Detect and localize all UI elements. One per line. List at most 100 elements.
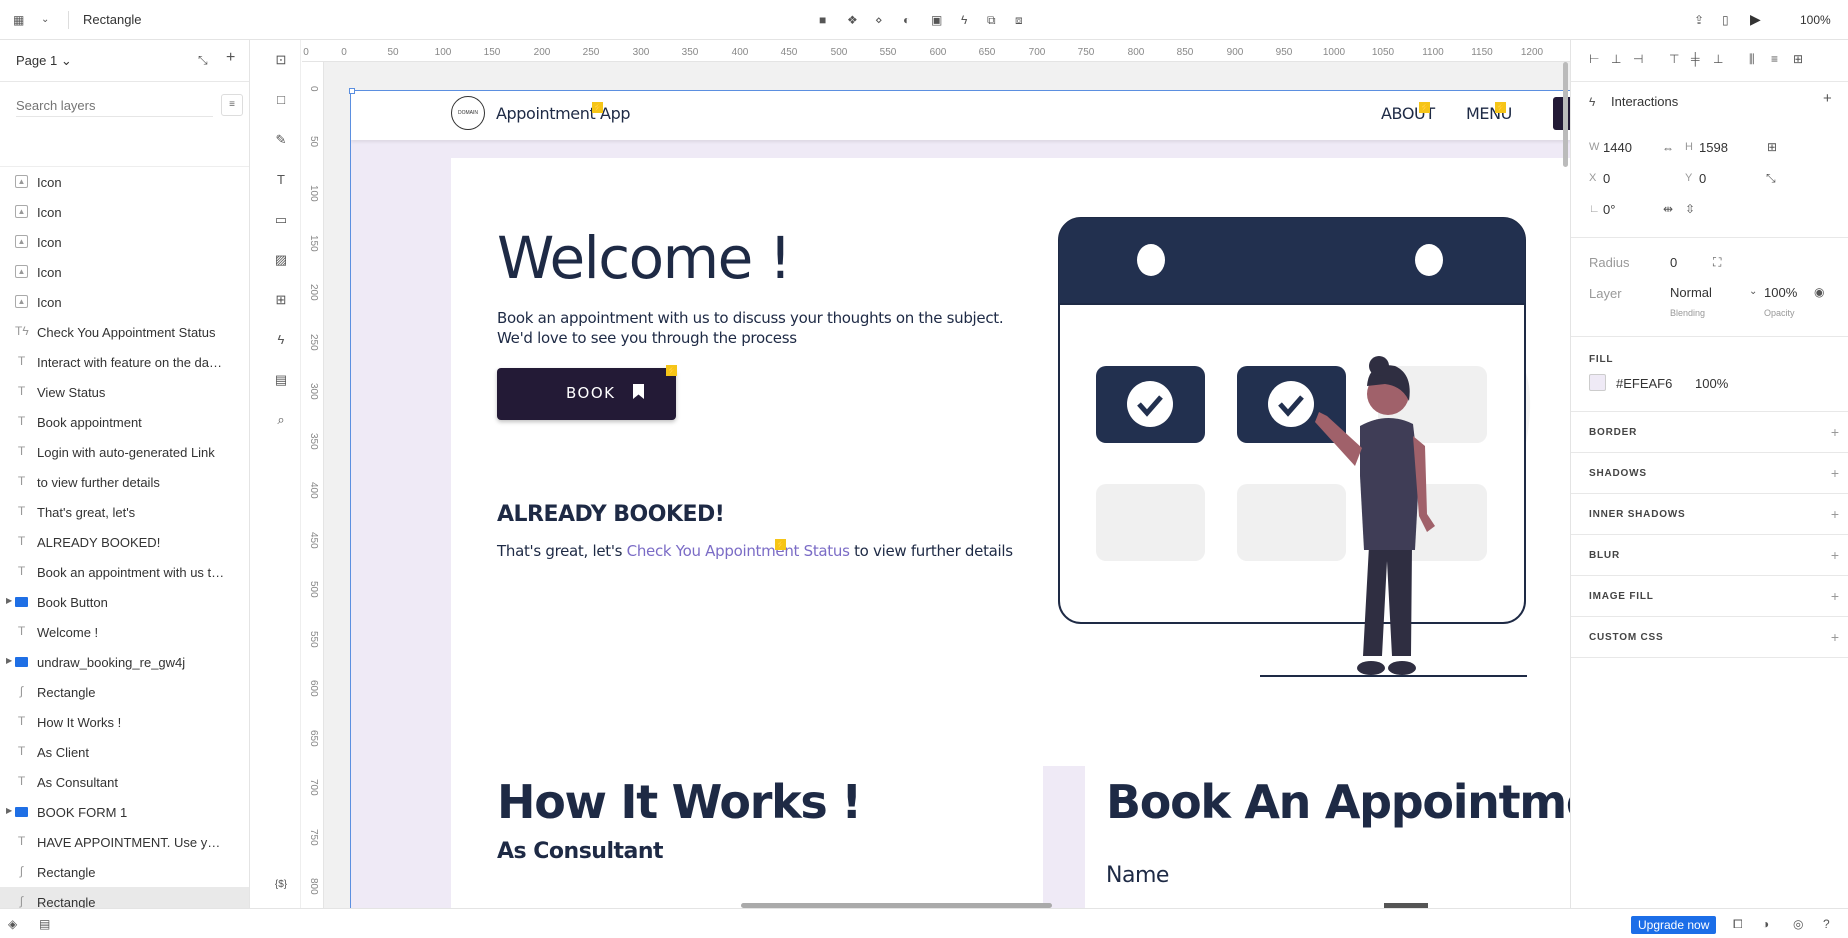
distribute-h-icon[interactable]: ⫼ (1749, 52, 1755, 66)
vertical-scrollbar[interactable] (1563, 62, 1568, 167)
layer-item[interactable]: ▶ Book Button (0, 587, 249, 617)
x-value[interactable]: 0 (1603, 171, 1610, 186)
page-selector[interactable]: Page 1 ⌄ (16, 53, 72, 69)
search-icon[interactable]: ⌕ (273, 412, 289, 428)
assets-icon[interactable]: ▤ (39, 917, 50, 931)
symbol-icon[interactable]: ⋄ (875, 13, 883, 27)
check-icon[interactable]: ◎ (1793, 917, 1803, 931)
input-tool-icon[interactable]: ▭ (273, 212, 289, 228)
check-status-link[interactable]: Check You Appointment Status (627, 542, 850, 560)
tidy-icon[interactable]: ⊞ (1793, 52, 1803, 66)
layer-item[interactable]: Tto view further details (0, 467, 249, 497)
layer-item[interactable]: T Login with auto-generated Link (0, 437, 249, 467)
component-icon[interactable]: ❖ (847, 13, 858, 27)
help-icon[interactable]: ? (1823, 917, 1830, 931)
layer-item[interactable]: T As Consultant (0, 767, 249, 797)
play-icon[interactable]: ▶ (1750, 12, 1761, 26)
flip-vertical-icon[interactable]: ⇳ (1685, 202, 1695, 216)
layer-item[interactable]: T That's great, let's (0, 497, 249, 527)
layer-item[interactable]: ▲ Icon (0, 167, 249, 197)
layer-item[interactable]: ∫ Rectangle (0, 887, 249, 908)
theme-icon[interactable]: ◑ (1762, 917, 1769, 931)
rectangle-tool-icon[interactable]: □ (273, 92, 289, 108)
search-layers-input[interactable] (16, 95, 213, 117)
radius-value[interactable]: 0 (1670, 255, 1677, 270)
add-icon[interactable]: + (1831, 465, 1839, 481)
align-left-icon[interactable]: ⊢ (1589, 52, 1599, 66)
preview-icon[interactable]: ⧠ (1733, 917, 1743, 931)
export-icon[interactable]: ⇪ (1694, 13, 1704, 27)
component-tool-icon[interactable]: ⊞ (273, 292, 289, 308)
layer-item[interactable]: ▲ Icon (0, 257, 249, 287)
inner-shadows-section[interactable]: INNER SHADOWS + (1571, 493, 1848, 534)
y-value[interactable]: 0 (1699, 171, 1706, 186)
layer-item[interactable]: ▶ BOOK FORM 1 (0, 797, 249, 827)
filter-icon[interactable]: ≡ (221, 94, 243, 116)
folder-icon[interactable]: ■ (819, 13, 826, 27)
pin-icon[interactable]: ⤡ (1766, 171, 1776, 185)
fill-swatch[interactable] (1589, 374, 1606, 391)
align-right-icon[interactable]: ⊣ (1633, 52, 1643, 66)
image-tool-icon[interactable]: ▨ (273, 252, 289, 268)
layer-item[interactable]: T Welcome ! (0, 617, 249, 647)
artboard-tool-icon[interactable]: ⊡ (273, 52, 289, 68)
zoom-level[interactable]: 100% (1800, 13, 1831, 27)
shadows-section[interactable]: SHADOWS + (1571, 452, 1848, 493)
canvas[interactable]: DOMAIN Appointment App ⚡ ABOUT ⚡ MENU ⚡ … (324, 62, 1570, 908)
distribute-v-icon[interactable]: ≡ (1771, 52, 1778, 66)
add-icon[interactable]: + (1831, 547, 1839, 563)
layers-icon[interactable]: ◈ (8, 917, 17, 931)
add-icon[interactable]: + (1831, 424, 1839, 440)
upgrade-button[interactable]: Upgrade now (1631, 916, 1717, 934)
pen-tool-icon[interactable]: ✎ (273, 132, 289, 148)
layer-item[interactable]: T How It Works ! (0, 707, 249, 737)
layer-item[interactable]: Tϟ Check You Appointment Status (0, 317, 249, 347)
boolean-icon[interactable]: ⧉ (987, 13, 996, 27)
opacity-value[interactable]: 100% (1764, 285, 1797, 300)
caret-right-icon[interactable]: ▶ (6, 596, 12, 605)
layer-item[interactable]: T HAVE APPOINTMENT. Use your link (0, 827, 249, 857)
lightning-icon[interactable]: ϟ (961, 13, 967, 27)
text-tool-icon[interactable]: T (273, 172, 289, 188)
book-button[interactable]: BOOK (497, 368, 676, 420)
layout-icon[interactable]: ▣ (931, 13, 942, 27)
fill-opacity[interactable]: 100% (1695, 376, 1728, 391)
layer-item[interactable]: T Book appointment (0, 407, 249, 437)
align-top-icon[interactable]: ⊤ (1669, 52, 1679, 66)
caret-right-icon[interactable]: ▶ (6, 806, 12, 815)
add-interaction-icon[interactable]: + (1823, 91, 1832, 106)
height-value[interactable]: 1598 (1699, 140, 1728, 155)
image-fill-section[interactable]: IMAGE FILL + (1571, 575, 1848, 616)
add-icon[interactable]: + (1831, 629, 1839, 645)
width-value[interactable]: 1440 (1603, 140, 1632, 155)
layer-item[interactable]: ▲ Icon (0, 197, 249, 227)
collapse-icon[interactable]: ⤡ (198, 53, 208, 67)
align-middle-icon[interactable]: ╪ (1691, 52, 1700, 66)
rotation-value[interactable]: 0° (1603, 202, 1615, 217)
layer-item[interactable]: ∫ Rectangle (0, 677, 249, 707)
add-icon[interactable]: + (1831, 506, 1839, 522)
fill-hex[interactable]: #EFEAF6 (1616, 376, 1672, 391)
add-page-icon[interactable]: + (226, 50, 235, 66)
border-section[interactable]: BORDER + (1571, 411, 1848, 452)
layer-item[interactable]: ▲ Icon (0, 227, 249, 257)
custom-css-section[interactable]: CUSTOM CSS + (1571, 616, 1848, 657)
layer-item[interactable]: ▶ undraw_booking_re_gw4j (0, 647, 249, 677)
layer-item[interactable]: ▲ Icon (0, 287, 249, 317)
chevron-down-icon[interactable]: ⌄ (41, 13, 49, 27)
mask-icon[interactable]: ◐ (903, 13, 910, 27)
layer-item[interactable]: T View Status (0, 377, 249, 407)
artboard[interactable]: DOMAIN Appointment App ⚡ ABOUT ⚡ MENU ⚡ … (350, 90, 1570, 908)
blur-section[interactable]: BLUR + (1571, 534, 1848, 575)
layer-item[interactable]: ∫ Rectangle (0, 857, 249, 887)
align-bottom-icon[interactable]: ⊥ (1713, 52, 1723, 66)
layer-item[interactable]: T Interact with feature on the dashboard (0, 347, 249, 377)
link-ratio-icon[interactable]: ⇔ (1662, 141, 1674, 155)
chevron-down-icon[interactable]: ⌄ (1749, 285, 1757, 299)
visibility-icon[interactable]: ◉ (1814, 285, 1824, 299)
comment-tool-icon[interactable]: ▤ (273, 372, 289, 388)
link-icon[interactable]: ⧈ (1015, 13, 1023, 27)
device-icon[interactable]: ▯ (1722, 13, 1729, 27)
align-center-icon[interactable]: ⊥ (1611, 52, 1621, 66)
variables-icon[interactable]: {$} (273, 877, 289, 893)
